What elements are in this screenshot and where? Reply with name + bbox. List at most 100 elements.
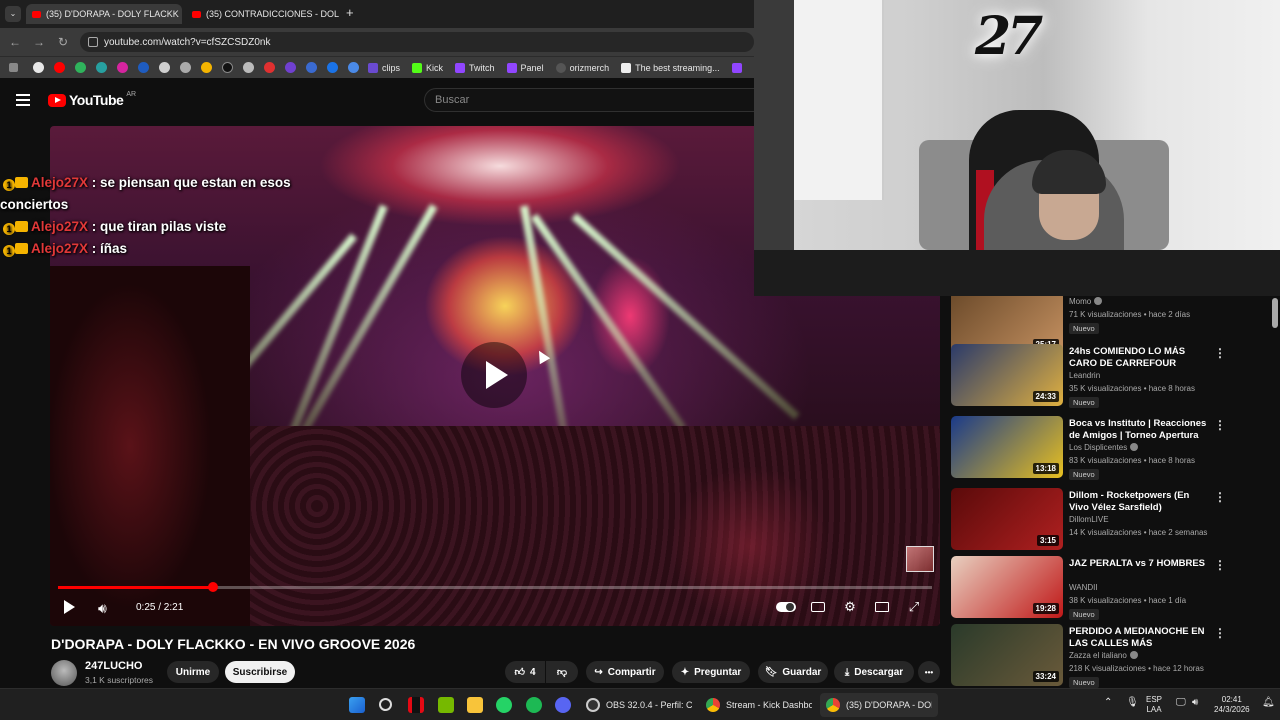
join-button[interactable]: Unirme (167, 661, 219, 683)
like-button[interactable]: 👍︎ 4 (505, 661, 545, 683)
mail-icon[interactable] (348, 62, 359, 73)
settings-icon[interactable]: ⚙︎ (840, 598, 860, 616)
whatsapp-icon[interactable] (496, 697, 512, 713)
more-options-icon[interactable]: ⋮ (1214, 346, 1226, 360)
chatgpt-icon[interactable] (159, 62, 170, 73)
big-play-icon[interactable] (461, 342, 527, 408)
windows-start-icon[interactable] (349, 697, 365, 713)
scrollbar-thumb[interactable] (1272, 298, 1278, 328)
reload-icon[interactable]: ↻ (51, 35, 75, 49)
ask-button[interactable]: ✦ Preguntar (672, 661, 750, 683)
speaker-icon[interactable]: 🔊︎ (1192, 698, 1198, 708)
recommendation-item[interactable]: 33:24 PERDIDO A MEDIANOCHE EN LAS CALLES … (951, 624, 1271, 688)
more-options-icon[interactable]: ⋮ (1214, 418, 1226, 432)
save-button[interactable]: 🔖︎ Guardar (758, 661, 828, 683)
taskbar-app-obs[interactable]: OBS 32.0.4 - Perfil: Cocina (580, 693, 698, 717)
autoplay-toggle[interactable] (776, 602, 796, 612)
video-thumbnail[interactable]: 13:18 (951, 416, 1063, 478)
apps-grid-icon[interactable] (9, 63, 18, 72)
clock[interactable]: 02:41 24/3/2026 (1214, 695, 1250, 715)
more-options-icon[interactable]: ⋮ (1214, 558, 1226, 572)
forward-icon[interactable]: → (27, 35, 51, 49)
tab-ddorapa[interactable]: (35) D'DORAPA - DOLY FLACKK × (26, 4, 182, 24)
subscribe-button[interactable]: Suscribirse (225, 661, 295, 683)
bookmark-kick[interactable]: Kick (412, 62, 443, 73)
recommendation-channel[interactable]: Zazza el italiano (1069, 651, 1138, 660)
network-icon[interactable]: 🖵︎ (1176, 698, 1186, 708)
search-input[interactable]: Buscar (424, 88, 754, 112)
recommendation-channel[interactable]: WANDII (1069, 583, 1098, 592)
nvidia-icon[interactable] (438, 697, 454, 713)
tab-contradicciones[interactable]: (35) CONTRADICCIONES - DOL × (186, 4, 342, 24)
microphone-icon[interactable]: 🎙︎ (1126, 698, 1139, 708)
subtitles-icon[interactable] (811, 602, 825, 612)
number-app-icon[interactable] (96, 62, 107, 73)
video-thumbnail[interactable]: 19:28 (951, 556, 1063, 618)
bookmark-twitch-2[interactable] (731, 62, 742, 73)
progress-bar[interactable] (58, 582, 932, 592)
recommendation-item[interactable]: 24:33 24hs COMIENDO LO MÁS CARO DE CARREF… (951, 344, 1271, 408)
colorful-app-icon[interactable] (285, 62, 296, 73)
red-app-icon[interactable] (264, 62, 275, 73)
play-icon[interactable] (64, 600, 75, 614)
drive-icon[interactable] (201, 62, 212, 73)
youtube-bookmark-icon[interactable] (54, 62, 65, 73)
instagram-icon[interactable] (117, 62, 128, 73)
scrollbar[interactable] (1272, 296, 1278, 688)
progress-scrubber[interactable] (208, 582, 218, 592)
site-info-icon[interactable] (88, 37, 98, 47)
more-actions-button[interactable]: ••• (918, 661, 940, 683)
new-tab-button[interactable]: + (346, 5, 354, 20)
green-app-icon[interactable] (75, 62, 86, 73)
recommendation-item[interactable]: 13:18 Boca vs Instituto | Reacciones de A… (951, 416, 1271, 480)
theater-icon[interactable] (875, 602, 889, 612)
recommendation-channel[interactable]: Los Displicentes (1069, 443, 1139, 452)
menu-icon[interactable] (16, 94, 30, 106)
recommendation-channel[interactable]: Momo (1069, 297, 1103, 306)
notifications-icon[interactable]: 🔔︎ (1262, 698, 1275, 708)
recommendation-title[interactable]: Dillom - Rocketpowers (En Vivo Vélez Sar… (1069, 490, 1209, 514)
recommendation-item[interactable]: 3:15 Dillom - Rocketpowers (En Vivo Vélez… (951, 488, 1271, 552)
more-options-icon[interactable]: ⋮ (1214, 626, 1226, 640)
taskbar-app-youtube[interactable]: (35) D'DORAPA - DOLY F... (820, 693, 938, 717)
video-thumbnail[interactable]: 24:33 (951, 344, 1063, 406)
globe-icon[interactable] (180, 62, 191, 73)
youtube-logo[interactable]: YouTube AR (48, 91, 136, 108)
discord-icon[interactable] (555, 697, 571, 713)
bookmark-panel[interactable]: Panel (506, 62, 544, 73)
download-button[interactable]: ⤓ Descargar (834, 661, 914, 683)
recommendation-title[interactable]: JAZ PERALTA vs 7 HOMBRES (1069, 558, 1209, 570)
dislike-button[interactable]: 👎︎ (546, 661, 578, 683)
more-options-icon[interactable]: ⋮ (1214, 490, 1226, 504)
language-indicator[interactable]: ESP LAA (1146, 695, 1162, 715)
channel-avatar[interactable] (51, 660, 77, 686)
paypal-icon[interactable] (138, 62, 149, 73)
back-icon[interactable]: ← (3, 35, 27, 49)
volume-icon[interactable]: 🔊︎ (98, 600, 107, 617)
blue-app-icon[interactable] (327, 62, 338, 73)
recommendation-channel[interactable]: DillomLIVE (1069, 515, 1109, 524)
file-explorer-icon[interactable] (467, 697, 483, 713)
taskbar-app-kick[interactable]: Stream - Kick Dashboard (700, 693, 818, 717)
tiktok-icon[interactable] (222, 62, 233, 73)
url-input[interactable]: youtube.com/watch?v=cfSZCSDZ0nk (80, 32, 754, 52)
recommendation-channel[interactable]: Leandrin (1069, 371, 1100, 380)
tray-overflow-icon[interactable]: ⌃ (1104, 698, 1112, 708)
fullscreen-icon[interactable]: ⤢ (904, 598, 924, 616)
recommendation-title[interactable]: 24hs COMIENDO LO MÁS CARO DE CARREFOUR (1069, 346, 1209, 370)
bookmark-orizmerch[interactable]: orizmerch (555, 62, 609, 73)
recommendation-item[interactable]: 19:28 JAZ PERALTA vs 7 HOMBRES WANDII 38 K … (951, 556, 1271, 620)
share-button[interactable]: ↪ Compartir (586, 661, 664, 683)
video-thumbnail[interactable]: 3:15 (951, 488, 1063, 550)
spotify-icon[interactable] (526, 697, 542, 713)
recommendation-title[interactable]: Boca vs Instituto | Reacciones de Amigos… (1069, 418, 1209, 442)
tab-search-button[interactable]: ⌄ (5, 6, 21, 22)
search-icon[interactable] (379, 698, 392, 711)
netflix-icon[interactable] (408, 697, 424, 713)
bookmark-streaming[interactable]: The best streaming... (621, 62, 720, 73)
bookmark-clips[interactable]: clips (368, 62, 400, 73)
channel-name[interactable]: 247LUCHO (85, 660, 142, 672)
recommendation-title[interactable]: PERDIDO A MEDIANOCHE EN LAS CALLES MÁS P… (1069, 626, 1209, 650)
video-thumbnail[interactable]: 33:24 (951, 624, 1063, 686)
bookmark-twitch[interactable]: Twitch (455, 62, 495, 73)
